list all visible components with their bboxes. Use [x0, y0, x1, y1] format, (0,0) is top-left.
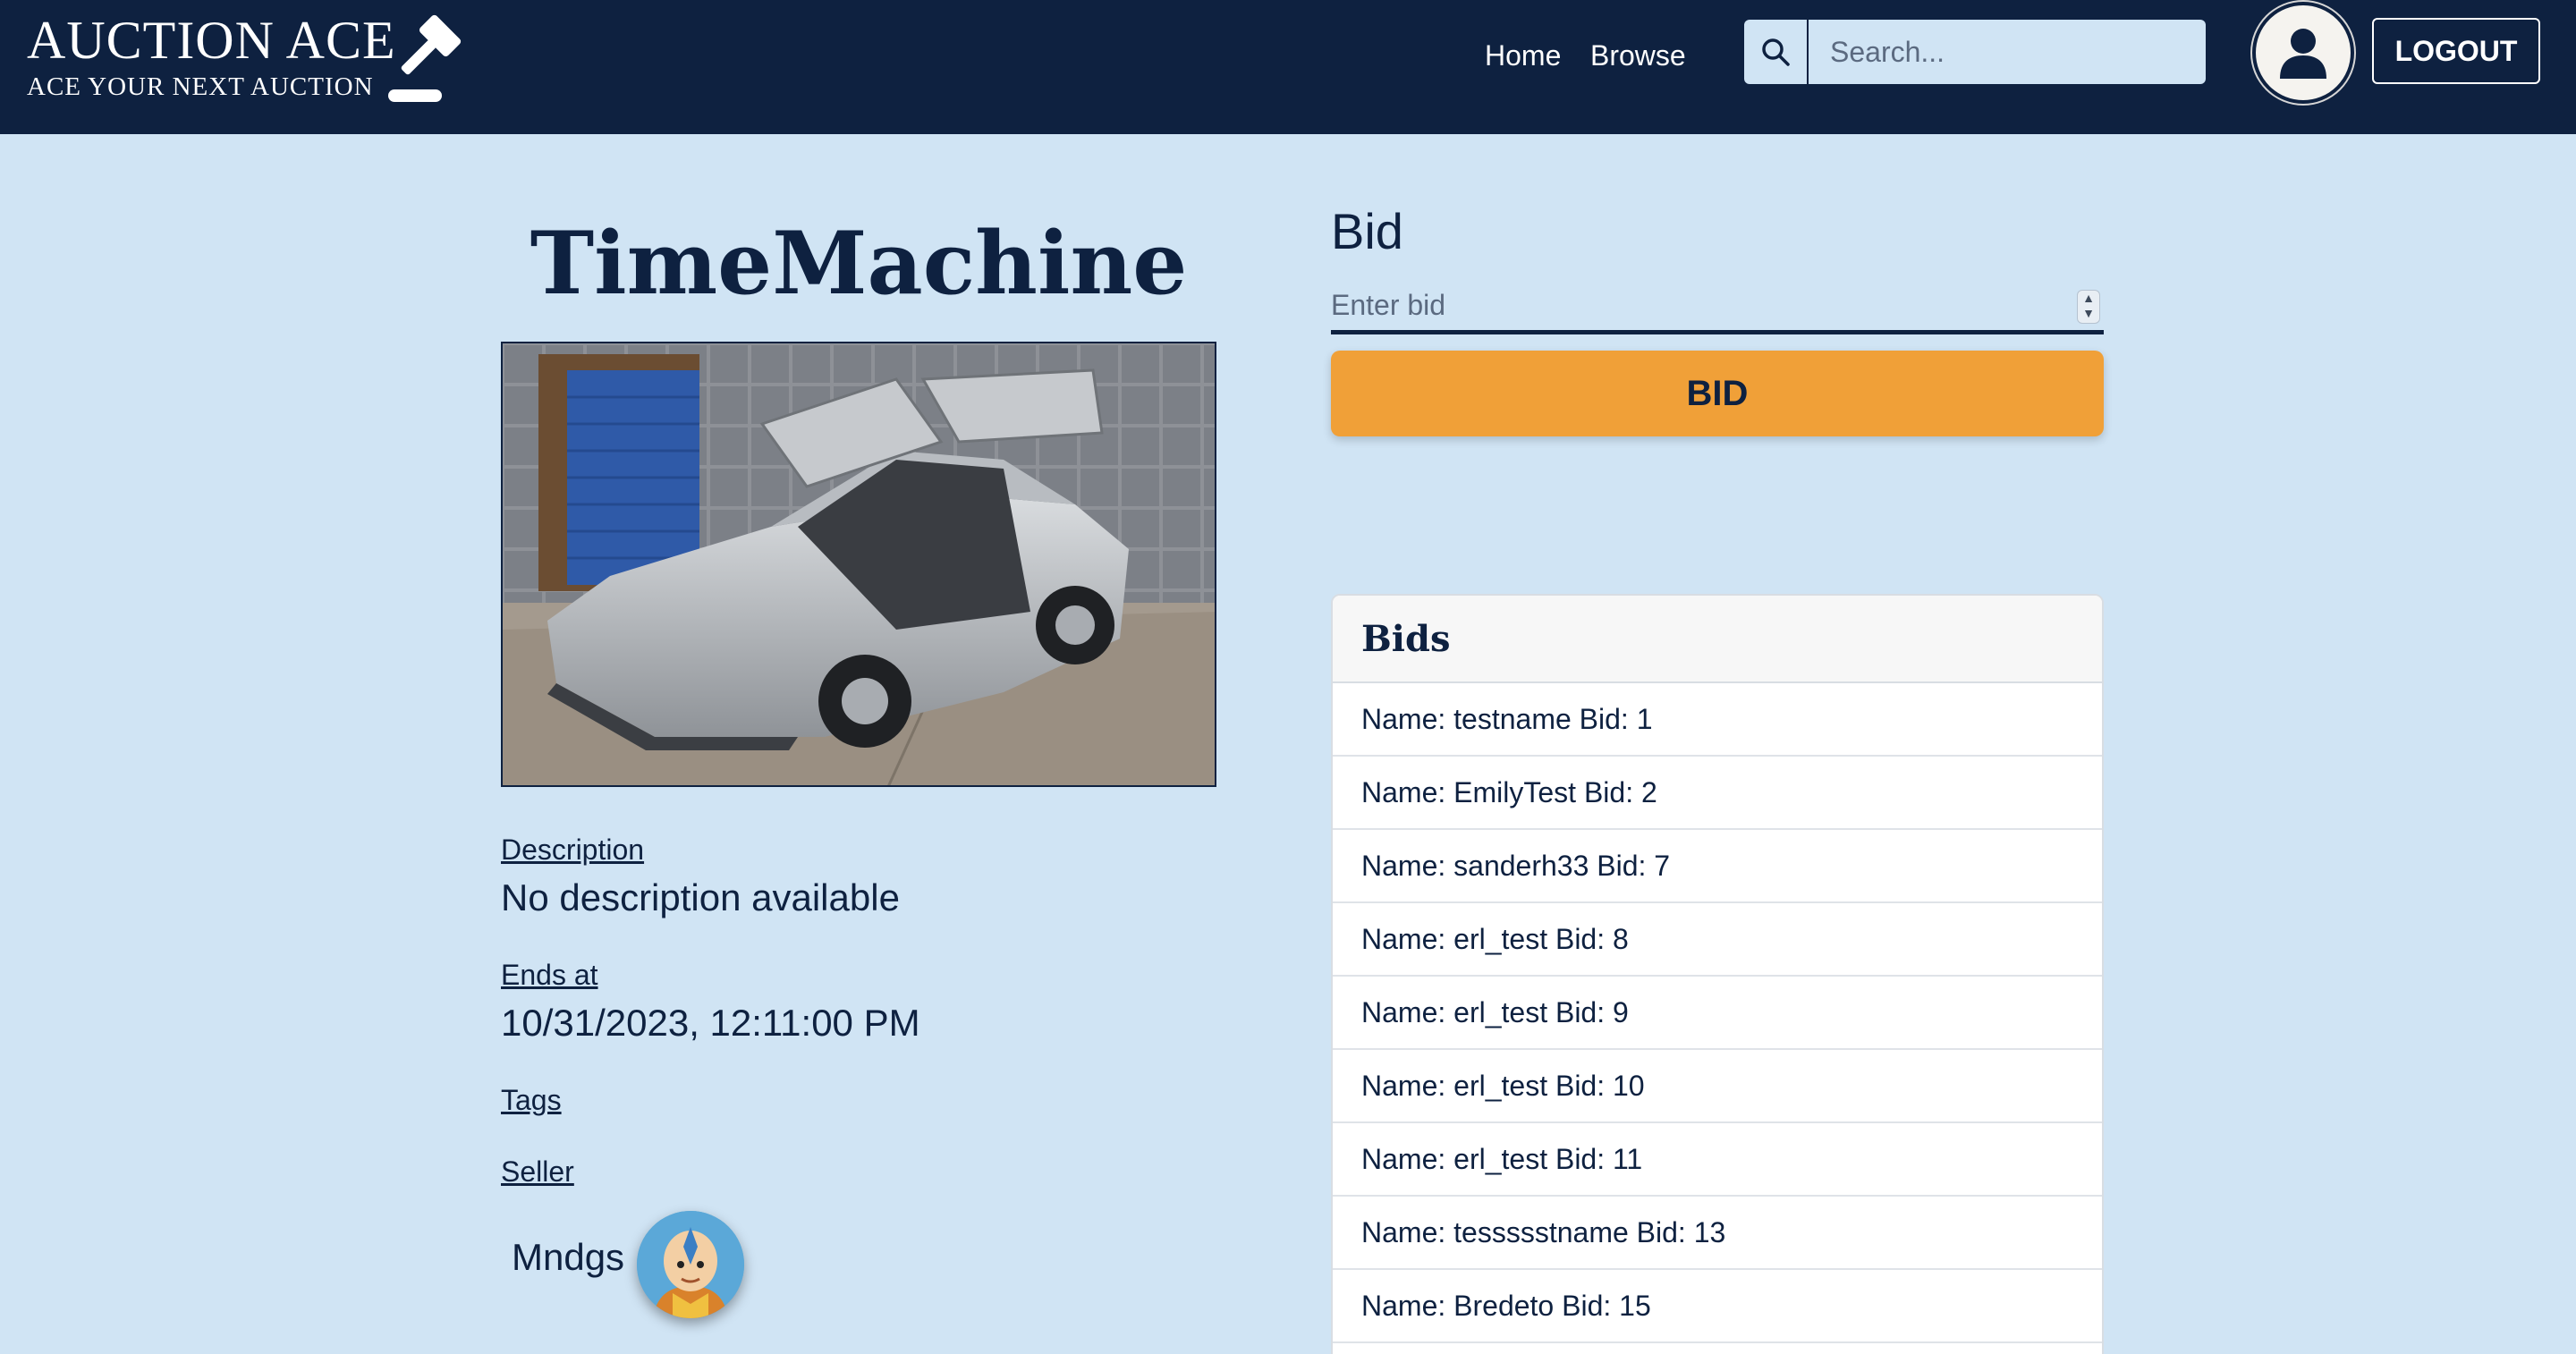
- top-navbar: AUCTION ACE ACE YOUR NEXT AUCTION Home B…: [0, 0, 2576, 134]
- description-text: No description available: [501, 876, 900, 918]
- bid-stepper[interactable]: ▲ ▼: [2077, 290, 2100, 324]
- nav-browse-link[interactable]: Browse: [1590, 39, 1686, 72]
- seller-name[interactable]: Mndgs: [512, 1236, 624, 1279]
- bids-list-card: Bids Name: testname Bid: 1 Name: EmilyTe…: [1331, 594, 2104, 1354]
- seller-avatar[interactable]: [637, 1211, 744, 1318]
- bid-row: Name: Bredeto Bid: 15: [1333, 1270, 2102, 1343]
- brand-title: AUCTION ACE: [27, 11, 396, 70]
- search-bar: [1744, 20, 2206, 84]
- seller-label: Seller: [501, 1155, 574, 1188]
- search-button[interactable]: [1744, 20, 1809, 84]
- ends-at-value: 10/31/2023, 12:11:00 PM: [501, 1002, 920, 1044]
- item-image: [501, 342, 1216, 787]
- bids-title: Bids: [1361, 617, 1451, 660]
- description-label: Description: [501, 834, 645, 866]
- nav-home-link[interactable]: Home: [1485, 39, 1561, 72]
- bid-heading: Bid: [1331, 203, 1403, 259]
- bid-row: Name: testname Bid: 1: [1333, 683, 2102, 757]
- tags-label: Tags: [501, 1084, 562, 1116]
- bid-row: Name: erl_test Bid: 11: [1333, 1123, 2102, 1197]
- bid-row: Name: sanderh33 Bid: 7: [1333, 830, 2102, 903]
- item-title: TimeMachine: [530, 213, 1188, 314]
- bid-row: Name: EmilyTest Bid: 2: [1333, 757, 2102, 830]
- search-input[interactable]: [1809, 20, 2206, 84]
- logout-button[interactable]: LOGOUT: [2372, 18, 2540, 84]
- user-icon: [2280, 29, 2326, 79]
- bid-input-field: ▲ ▼: [1331, 281, 2104, 334]
- bid-button[interactable]: BID: [1331, 351, 2104, 436]
- bid-row: Name: tessssstname Bid: 13: [1333, 1197, 2102, 1270]
- bid-amount-input[interactable]: [1331, 281, 2064, 329]
- bid-row: Name: erl_test Bid: 9: [1333, 977, 2102, 1050]
- gavel-icon: [388, 14, 462, 102]
- bid-row: Name: erl_test Bid: 8: [1333, 903, 2102, 977]
- search-icon: [1762, 38, 1790, 66]
- brand-tagline: ACE YOUR NEXT AUCTION: [27, 72, 374, 101]
- bid-row: Name: erl_test Bid: 10: [1333, 1050, 2102, 1123]
- stepper-down-icon[interactable]: ▼: [2078, 306, 2099, 321]
- stepper-up-icon[interactable]: ▲: [2078, 291, 2099, 306]
- brand-logo[interactable]: AUCTION ACE ACE YOUR NEXT AUCTION: [27, 11, 396, 102]
- bids-header: Bids: [1333, 596, 2102, 683]
- ends-at-label: Ends at: [501, 959, 598, 991]
- profile-avatar-button[interactable]: [2252, 2, 2354, 104]
